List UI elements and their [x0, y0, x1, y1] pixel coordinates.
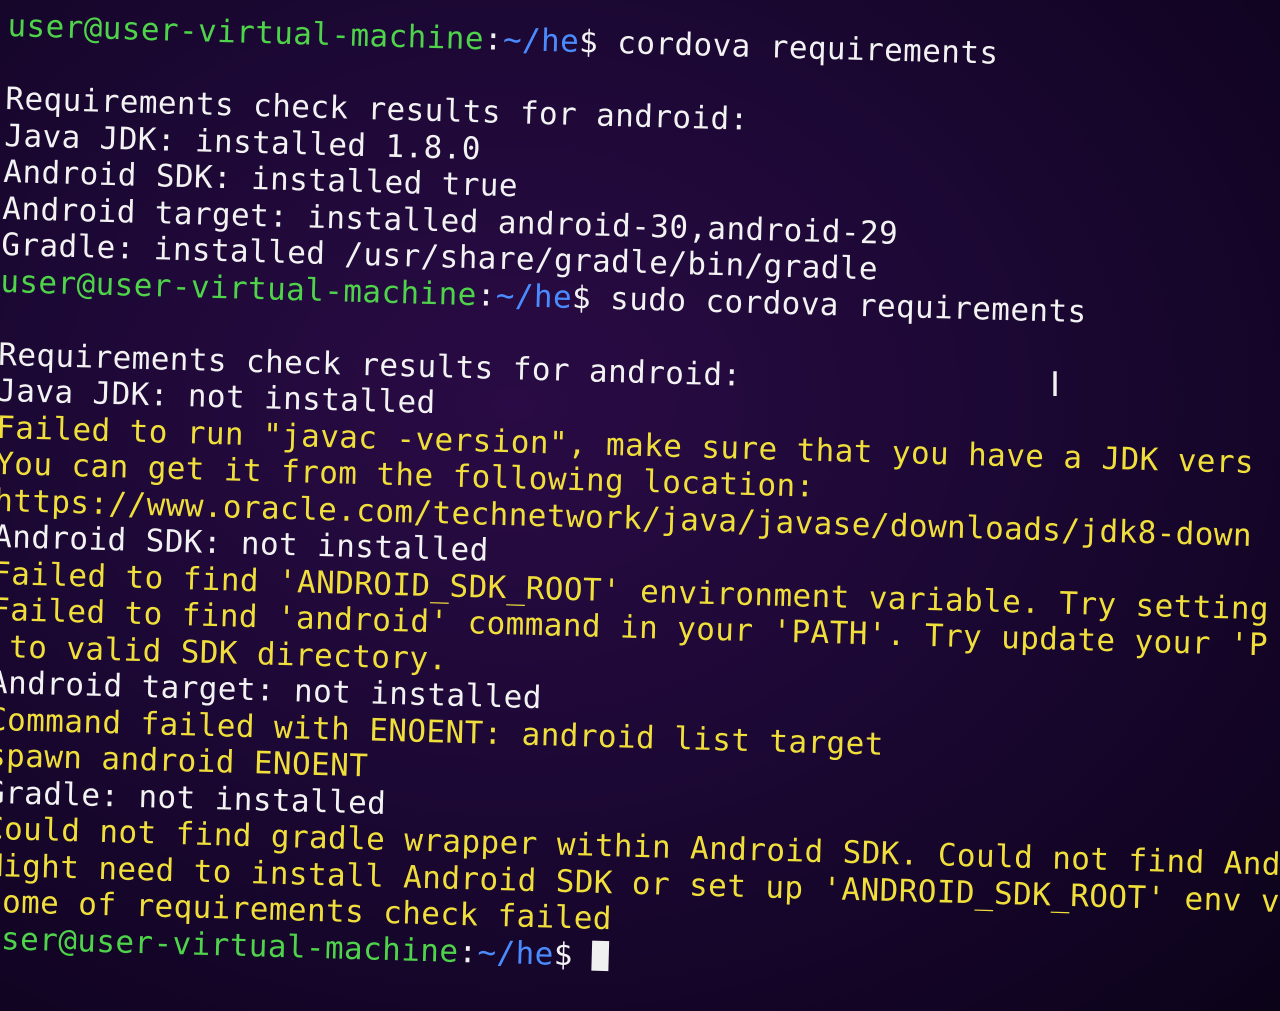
terminal-window[interactable]: user@user-virtual-machine:~/he$ cordova …	[0, 0, 1280, 1011]
prompt-symbol: $	[578, 23, 599, 61]
prompt-separator: :	[483, 21, 504, 58]
prompt-path: ~/he	[495, 277, 573, 316]
prompt-symbol: $	[571, 279, 592, 316]
command-text	[572, 937, 592, 974]
prompt-separator: :	[476, 276, 497, 314]
text-cursor[interactable]	[591, 940, 610, 971]
prompt-path: ~/he	[502, 21, 580, 60]
terminal-output: user@user-virtual-machine:~/he$ cordova …	[0, 8, 1280, 993]
prompt-symbol: $	[553, 936, 574, 973]
i-beam-cursor-icon: I	[1050, 365, 1061, 405]
prompt-path: ~/he	[476, 933, 555, 973]
prompt-separator: :	[457, 933, 479, 970]
